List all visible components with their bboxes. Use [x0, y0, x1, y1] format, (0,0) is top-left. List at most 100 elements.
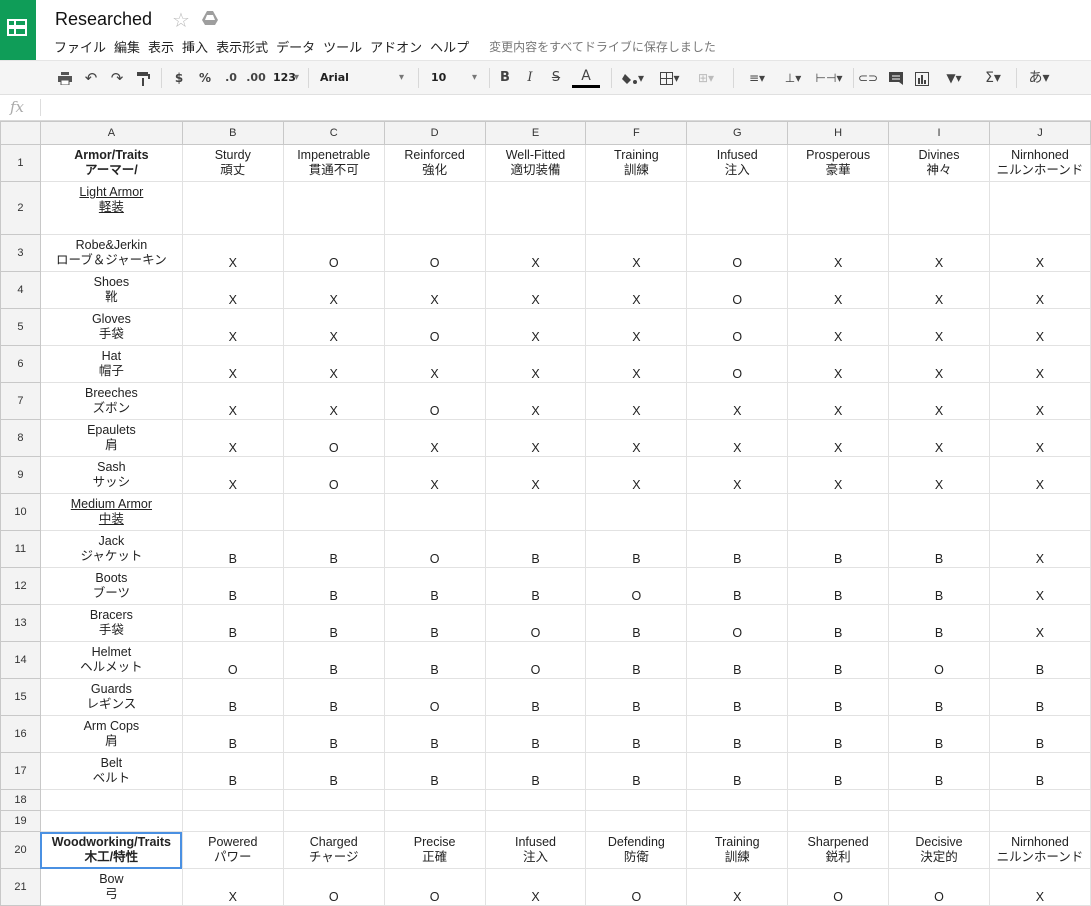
trait-status-cell[interactable]: X — [383, 456, 486, 494]
empty-cell[interactable] — [484, 789, 587, 811]
trait-status-cell[interactable]: O — [383, 530, 486, 568]
empty-cell[interactable] — [383, 181, 486, 235]
trait-status-cell[interactable]: X — [787, 308, 890, 346]
column-header[interactable]: E — [484, 121, 587, 145]
trait-status-cell[interactable]: X — [787, 271, 890, 309]
trait-header-cell[interactable]: Infused 注入 — [484, 831, 587, 869]
trait-status-cell[interactable]: X — [484, 234, 587, 272]
trait-header-cell[interactable]: Charged チャージ — [282, 831, 385, 869]
trait-status-cell[interactable]: B — [988, 641, 1091, 679]
trait-status-cell[interactable]: X — [484, 382, 587, 420]
empty-cell[interactable] — [988, 810, 1091, 832]
item-label-cell[interactable]: Guards レギンス — [39, 678, 183, 716]
trait-status-cell[interactable]: B — [686, 752, 789, 790]
trait-status-cell[interactable]: X — [585, 382, 688, 420]
trait-status-cell[interactable]: B — [181, 567, 284, 605]
empty-cell[interactable] — [585, 810, 688, 832]
empty-cell[interactable] — [787, 789, 890, 811]
trait-status-cell[interactable]: B — [686, 715, 789, 753]
trait-status-cell[interactable]: O — [484, 604, 587, 642]
trait-status-cell[interactable]: X — [787, 234, 890, 272]
trait-status-cell[interactable]: B — [282, 678, 385, 716]
font-family-dropdown[interactable]: Arial — [314, 66, 408, 89]
trait-status-cell[interactable]: O — [888, 641, 990, 679]
row-header[interactable]: 13 — [0, 604, 41, 642]
trait-status-cell[interactable]: B — [484, 752, 587, 790]
row-header[interactable]: 1 — [0, 144, 41, 182]
menu-item[interactable]: ヘルプ — [426, 37, 473, 56]
trait-header-cell[interactable]: Sharpened 鋭利 — [787, 831, 890, 869]
trait-status-cell[interactable]: B — [484, 715, 587, 753]
trait-status-cell[interactable]: B — [686, 567, 789, 605]
column-header[interactable]: I — [888, 121, 990, 145]
trait-status-cell[interactable]: O — [282, 868, 385, 906]
sheets-logo-icon[interactable] — [0, 0, 36, 60]
spreadsheet-grid[interactable]: A B C D E F G H I J 1 Armor/Traits アーマー/Sturdy 頑丈 Impe… — [0, 121, 1091, 906]
empty-cell[interactable] — [988, 181, 1091, 235]
trait-header-cell[interactable]: Well-Fitted 適切装備 — [484, 144, 587, 182]
trait-status-cell[interactable]: X — [282, 382, 385, 420]
insert-link-icon[interactable]: ⊂⊃ — [858, 67, 878, 89]
section-label-cell[interactable]: Medium Armor 中装 — [39, 493, 183, 531]
trait-status-cell[interactable]: X — [888, 456, 990, 494]
trait-status-cell[interactable]: B — [181, 530, 284, 568]
trait-status-cell[interactable]: B — [888, 604, 990, 642]
trait-status-cell[interactable]: X — [282, 345, 385, 383]
more-formats-dropdown[interactable]: 123 — [267, 66, 303, 89]
item-label-cell[interactable]: Bracers 手袋 — [39, 604, 183, 642]
trait-status-cell[interactable]: X — [484, 868, 587, 906]
trait-status-cell[interactable]: B — [282, 752, 385, 790]
row-header[interactable]: 6 — [0, 345, 41, 383]
empty-cell[interactable] — [686, 493, 789, 531]
trait-status-cell[interactable]: X — [686, 419, 789, 457]
empty-cell[interactable] — [787, 810, 890, 832]
empty-cell[interactable] — [988, 789, 1091, 811]
filter-icon[interactable]: ▼▾ — [936, 67, 972, 89]
trait-status-cell[interactable]: X — [181, 234, 284, 272]
trait-status-cell[interactable]: X — [686, 868, 789, 906]
trait-status-cell[interactable]: X — [888, 234, 990, 272]
row-header[interactable]: 17 — [0, 752, 41, 790]
trait-status-cell[interactable]: B — [888, 715, 990, 753]
horizontal-align-icon[interactable]: ≡▾ — [740, 67, 774, 89]
menu-item[interactable]: 編集 — [110, 37, 144, 56]
row-header[interactable]: 3 — [0, 234, 41, 272]
trait-status-cell[interactable]: O — [383, 678, 486, 716]
trait-status-cell[interactable]: X — [686, 382, 789, 420]
decrease-decimal-button[interactable]: .0 — [220, 67, 242, 89]
trait-status-cell[interactable]: X — [181, 868, 284, 906]
trait-status-cell[interactable]: X — [181, 345, 284, 383]
trait-status-cell[interactable]: X — [686, 456, 789, 494]
trait-status-cell[interactable]: X — [484, 345, 587, 383]
item-label-cell[interactable]: Shoes 靴 — [39, 271, 183, 309]
select-all-corner[interactable] — [0, 121, 41, 145]
row-header[interactable]: 2 — [0, 181, 41, 235]
trait-status-cell[interactable]: B — [787, 530, 890, 568]
trait-status-cell[interactable]: X — [181, 419, 284, 457]
item-label-cell[interactable]: Gloves 手袋 — [39, 308, 183, 346]
section-label-cell[interactable]: Light Armor 軽装 — [39, 181, 183, 235]
column-header[interactable]: F — [585, 121, 688, 145]
trait-status-cell[interactable]: O — [686, 345, 789, 383]
trait-status-cell[interactable]: X — [282, 271, 385, 309]
print-icon[interactable] — [55, 67, 75, 89]
row-header[interactable]: 14 — [0, 641, 41, 679]
trait-status-cell[interactable]: B — [988, 715, 1091, 753]
trait-status-cell[interactable]: X — [585, 345, 688, 383]
trait-status-cell[interactable]: X — [585, 419, 688, 457]
empty-cell[interactable] — [181, 181, 284, 235]
empty-cell[interactable] — [484, 810, 587, 832]
functions-icon[interactable]: Σ▾ — [976, 67, 1010, 89]
trait-status-cell[interactable]: O — [383, 308, 486, 346]
item-label-cell[interactable]: Jack ジャケット — [39, 530, 183, 568]
italic-button[interactable]: I — [521, 67, 539, 89]
row-header[interactable]: 16 — [0, 715, 41, 753]
trait-status-cell[interactable]: B — [686, 678, 789, 716]
trait-status-cell[interactable]: B — [787, 715, 890, 753]
empty-cell[interactable] — [282, 789, 385, 811]
trait-header-cell[interactable]: Sturdy 頑丈 — [181, 144, 284, 182]
column-header[interactable]: J — [988, 121, 1091, 145]
row-header[interactable]: 20 — [0, 831, 41, 869]
trait-status-cell[interactable]: X — [787, 345, 890, 383]
trait-header-cell[interactable]: Reinforced 強化 — [383, 144, 486, 182]
